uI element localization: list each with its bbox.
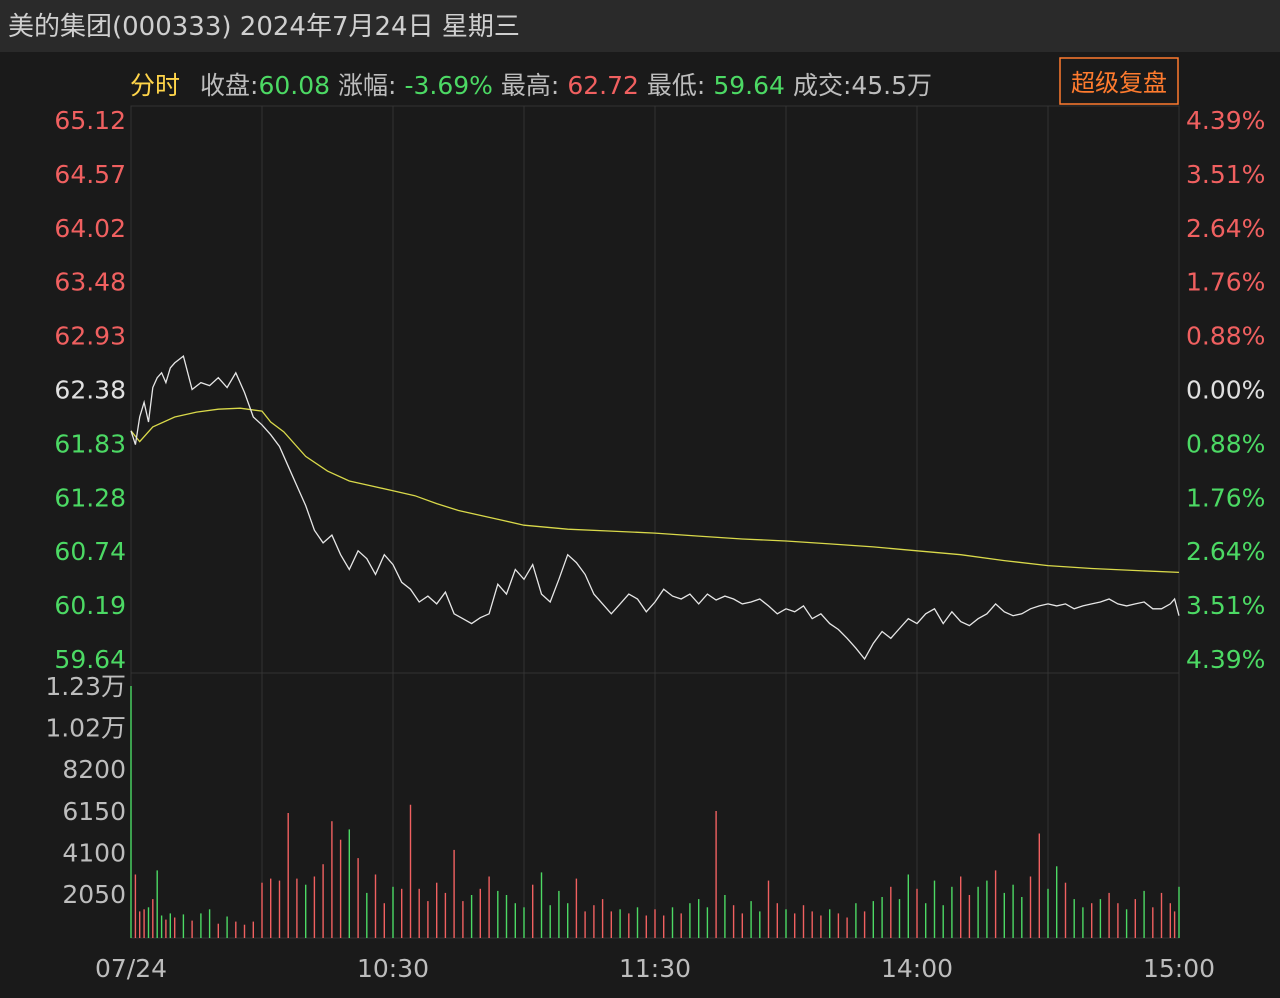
close-value: 60.08: [258, 71, 330, 100]
volume-tick-label: 8200: [62, 755, 126, 784]
price-tick-label: 65.12: [54, 106, 126, 135]
title-bar: 美的集团(000333) 2024年7月24日 星期三: [0, 0, 1280, 52]
intraday-chart: 65.12 4.39% 64.57 3.51% 64.02 2.64% 63.48 1.76%…: [45, 57, 1265, 983]
price-tick-label: 59.64: [54, 645, 126, 674]
svg-text:收盘:60.08涨幅:-3.69%最高:62.72最低:59: 收盘:60.08 涨幅: -3.69% 最高: 62.72 最低: 59.64 成交:45.5…: [200, 71, 932, 100]
volume-tick-label: 1.23万: [45, 672, 126, 701]
high-label: 最高:: [501, 71, 559, 100]
price-tick-label: 60.74: [54, 537, 126, 566]
price-tick-label: 62.38: [54, 376, 126, 405]
replay-button[interactable]: 超级复盘: [1059, 57, 1179, 105]
close-label: 收盘:: [200, 71, 258, 100]
price-tick-label: 60.19: [54, 591, 126, 620]
price-tick-label: 62.93: [54, 322, 126, 351]
volume-tick-label: 1.02万: [45, 714, 126, 743]
volume-label: 成交:45.5万: [793, 71, 932, 100]
change-value: -3.69%: [404, 71, 492, 100]
price-tick-label: 64.02: [54, 214, 126, 243]
percent-tick-label: 3.51%: [1186, 160, 1265, 189]
quote-header: 分时 收盘:60.08 涨幅: -3.69% 最高: 62.72 最低: 59.64 成交:4…: [130, 57, 1179, 105]
time-tick-label: 15:00: [1143, 954, 1215, 983]
low-label: 最低:: [647, 71, 705, 100]
high-value: 62.72: [567, 71, 639, 100]
low-value: 59.64: [713, 71, 785, 100]
percent-tick-label: 4.39%: [1186, 106, 1265, 135]
price-tick-label: 64.57: [54, 160, 126, 189]
change-label: 涨幅:: [338, 71, 396, 100]
percent-tick-label: 0.88%: [1186, 322, 1265, 351]
percent-tick-label: 2.64%: [1186, 537, 1265, 566]
percent-tick-label: 1.76%: [1186, 483, 1265, 512]
time-tick-label: 07/24: [95, 954, 167, 983]
price-tick-label: 61.83: [54, 429, 126, 458]
window-title: 美的集团(000333) 2024年7月24日 星期三: [8, 12, 520, 42]
percent-tick-label: 3.51%: [1186, 591, 1265, 620]
time-tick-label: 11:30: [619, 954, 691, 983]
volume-tick-label: 2050: [62, 880, 126, 909]
percent-tick-label: 1.76%: [1186, 268, 1265, 297]
time-tick-label: 10:30: [357, 954, 429, 983]
volume-tick-label: 6150: [62, 797, 126, 826]
price-tick-label: 61.28: [54, 483, 126, 512]
percent-tick-label: 0.00%: [1186, 376, 1265, 405]
price-tick-label: 63.48: [54, 268, 126, 297]
percent-tick-label: 4.39%: [1186, 645, 1265, 674]
volume-tick-label: 4100: [62, 838, 126, 867]
mode-label[interactable]: 分时: [130, 71, 180, 100]
replay-button-label[interactable]: 超级复盘: [1071, 69, 1167, 97]
time-tick-label: 14:00: [881, 954, 953, 983]
percent-tick-label: 2.64%: [1186, 214, 1265, 243]
percent-tick-label: 0.88%: [1186, 429, 1265, 458]
